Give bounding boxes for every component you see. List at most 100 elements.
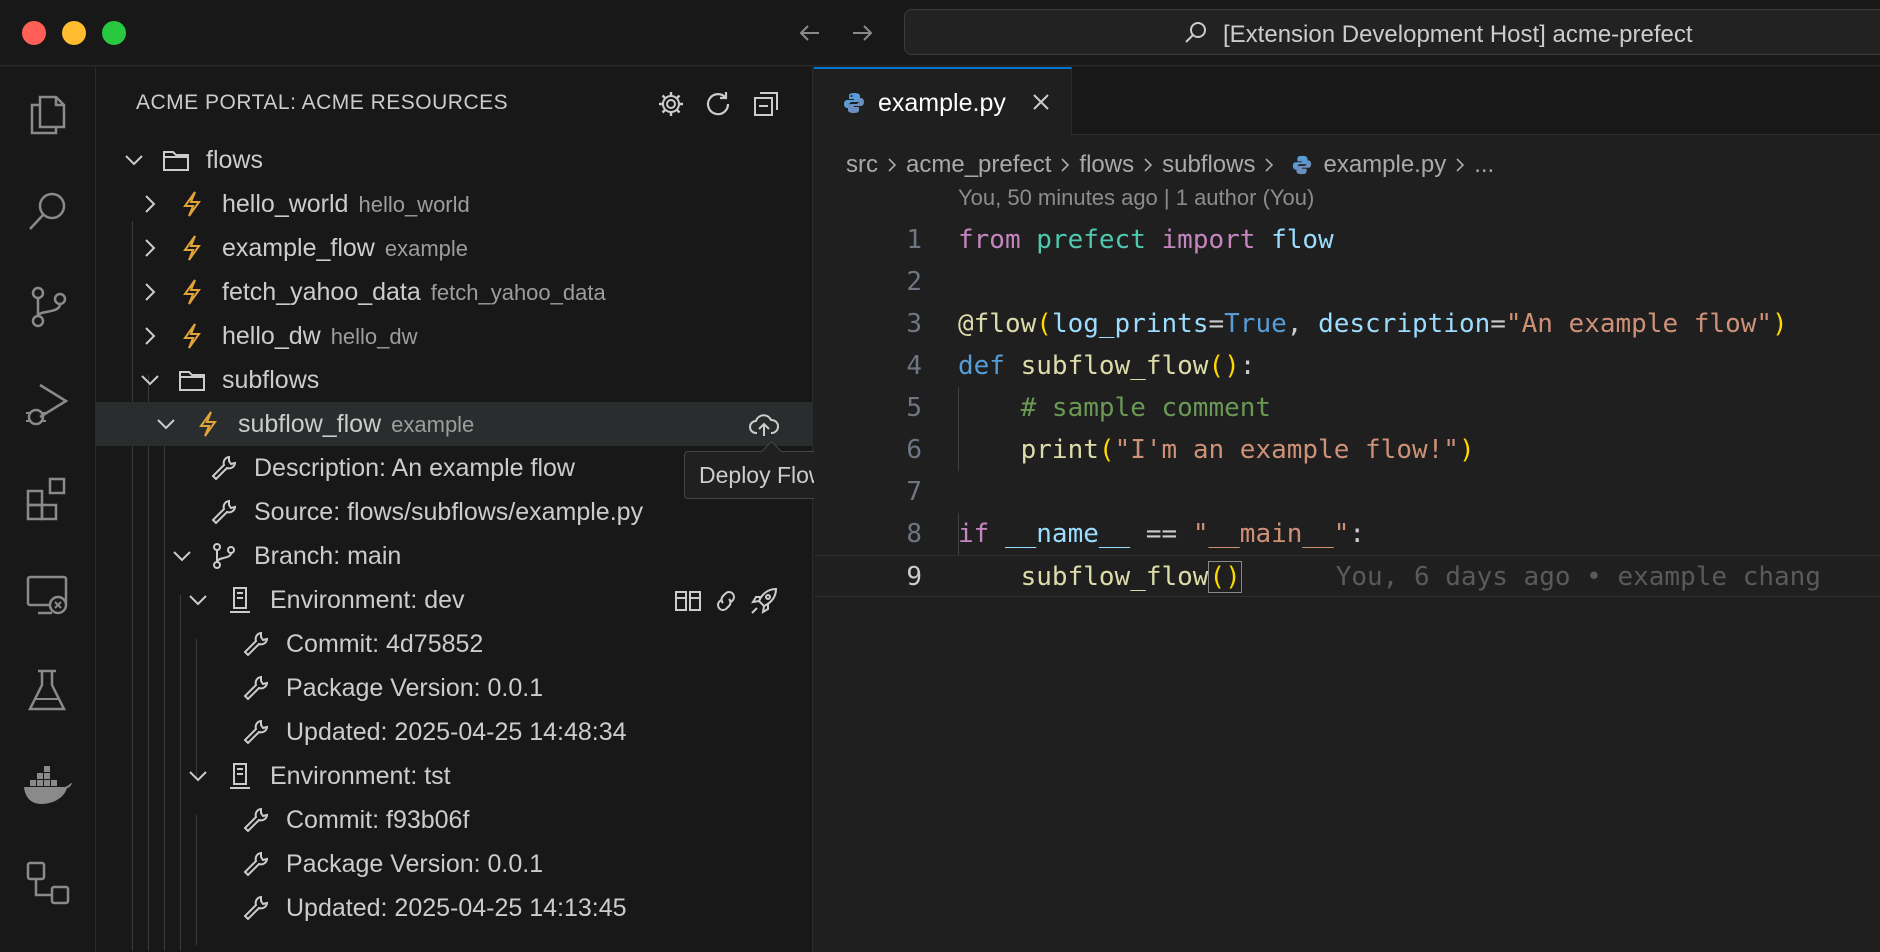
activity-bar bbox=[0, 67, 96, 952]
code-token: , bbox=[1286, 309, 1319, 339]
tab-label: example.py bbox=[878, 89, 1006, 117]
code-line-current: 9 subflow_flow() You, 6 days ago • examp… bbox=[814, 555, 1880, 597]
tree-item-label: Package Version: 0.0.1 bbox=[286, 850, 544, 878]
code-token: ( bbox=[1098, 435, 1115, 465]
tree-item-updated-tst[interactable]: Updated: 2025-04-25 14:13:45 bbox=[96, 886, 813, 930]
rocket-icon[interactable] bbox=[747, 584, 781, 618]
chevron-right-icon bbox=[138, 192, 162, 216]
wrench-icon bbox=[210, 454, 238, 482]
breadcrumb-item[interactable]: subflows bbox=[1162, 151, 1255, 179]
wrench-icon bbox=[242, 850, 270, 878]
tree-item-branch[interactable]: Branch: main bbox=[96, 534, 813, 578]
tree-item-label: subflows bbox=[222, 366, 320, 394]
flow-description: hello_dw bbox=[330, 324, 418, 349]
maximize-window-button[interactable] bbox=[102, 21, 126, 45]
python-file-icon bbox=[842, 91, 866, 120]
tree-item-package-version-tst[interactable]: Package Version: 0.0.1 bbox=[96, 842, 813, 886]
flow-lightning-icon bbox=[178, 278, 206, 306]
tree-item-updated-dev[interactable]: Updated: 2025-04-25 14:48:34 bbox=[96, 710, 813, 754]
docker-icon[interactable] bbox=[22, 761, 74, 813]
title-bar: [Extension Development Host] acme-prefec… bbox=[0, 0, 1880, 66]
code-token: "__main__" bbox=[1192, 519, 1350, 549]
chevron-right-icon bbox=[1140, 155, 1156, 175]
remote-explorer-icon[interactable] bbox=[22, 569, 74, 621]
tree-item-label: Commit: f93b06f bbox=[286, 806, 470, 834]
line-number: 4 bbox=[906, 351, 922, 381]
tree-item-flows[interactable]: flows bbox=[96, 138, 813, 182]
tree-item-label: flows bbox=[206, 146, 263, 174]
tree-item-hello-world[interactable]: hello_world hello_world bbox=[96, 182, 813, 226]
tree-item-label: Updated: 2025-04-25 14:13:45 bbox=[286, 894, 627, 922]
close-icon[interactable] bbox=[1030, 91, 1052, 118]
collapse-all-icon[interactable] bbox=[747, 85, 785, 123]
code-token: () bbox=[1208, 561, 1242, 593]
compare-icon[interactable] bbox=[671, 584, 705, 618]
flow-name: hello_dw bbox=[222, 322, 321, 350]
tree-item-package-version-dev[interactable]: Package Version: 0.0.1 bbox=[96, 666, 813, 710]
python-file-icon bbox=[1291, 154, 1313, 176]
tab-example-py[interactable]: example.py bbox=[814, 67, 1072, 135]
breadcrumb-item[interactable]: flows bbox=[1079, 151, 1134, 179]
flow-lightning-icon bbox=[178, 322, 206, 350]
line-number: 8 bbox=[906, 519, 922, 549]
line-number: 1 bbox=[906, 225, 922, 255]
command-center[interactable]: [Extension Development Host] acme-prefec… bbox=[904, 9, 1880, 55]
flow-description: example bbox=[384, 236, 469, 261]
tree-item-subflows[interactable]: subflows bbox=[96, 358, 813, 402]
code-token: prefect bbox=[1036, 225, 1146, 255]
wrench-icon bbox=[242, 674, 270, 702]
tree-item-subflow-flow[interactable]: subflow_flow example bbox=[96, 402, 813, 446]
testing-flask-icon[interactable] bbox=[22, 665, 74, 717]
code-token: "An example flow" bbox=[1505, 309, 1773, 339]
breadcrumb-item[interactable]: src bbox=[846, 151, 878, 179]
gear-icon[interactable] bbox=[652, 85, 690, 123]
breadcrumb-item[interactable]: acme_prefect bbox=[906, 151, 1051, 179]
chevron-right-icon bbox=[138, 236, 162, 260]
breadcrumb-item[interactable]: ... bbox=[1474, 151, 1494, 179]
line-number: 9 bbox=[906, 562, 922, 592]
chevron-right-icon bbox=[1057, 155, 1073, 175]
search-icon[interactable] bbox=[22, 185, 74, 237]
git-blame-codelens[interactable]: You, 50 minutes ago | 1 author (You) bbox=[958, 185, 1314, 211]
flow-description: fetch_yahoo_data bbox=[430, 280, 606, 305]
code-token: True bbox=[1224, 309, 1287, 339]
code-line: 7 bbox=[814, 471, 1880, 513]
chevron-down-icon bbox=[138, 368, 162, 392]
window-title: [Extension Development Host] acme-prefec… bbox=[1223, 21, 1693, 48]
flow-lightning-icon bbox=[178, 234, 206, 262]
link-icon[interactable] bbox=[709, 584, 743, 618]
code-token: def bbox=[958, 351, 1005, 381]
refresh-icon[interactable] bbox=[699, 85, 737, 123]
code-token: @flow bbox=[958, 309, 1037, 339]
run-debug-icon[interactable] bbox=[22, 377, 74, 429]
arrow-right-icon[interactable] bbox=[845, 16, 879, 50]
close-window-button[interactable] bbox=[22, 21, 46, 45]
editor-tabs: example.py bbox=[814, 67, 1880, 135]
code-token: if bbox=[958, 519, 990, 549]
tree-item-fetch-yahoo-data[interactable]: fetch_yahoo_data fetch_yahoo_data bbox=[96, 270, 813, 314]
extensions-icon[interactable] bbox=[22, 473, 74, 525]
tree-item-hello-dw[interactable]: hello_dw hello_dw bbox=[96, 314, 813, 358]
arrow-left-icon[interactable] bbox=[793, 16, 827, 50]
code-token: () bbox=[1208, 351, 1240, 381]
source-control-icon[interactable] bbox=[22, 281, 74, 333]
flow-lightning-icon bbox=[194, 410, 222, 438]
breadcrumb-item[interactable]: example.py bbox=[1323, 151, 1446, 179]
cloud-upload-icon[interactable] bbox=[747, 408, 781, 442]
tree-item-environment-dev[interactable]: Environment: dev bbox=[96, 578, 813, 622]
wrench-icon bbox=[242, 630, 270, 658]
tree-item-label: Environment: dev bbox=[270, 586, 465, 614]
tree-item-commit-tst[interactable]: Commit: f93b06f bbox=[96, 798, 813, 842]
code-token: : bbox=[1239, 351, 1256, 381]
acme-portal-icon[interactable] bbox=[22, 857, 74, 909]
files-icon[interactable] bbox=[22, 89, 74, 141]
chevron-right-icon bbox=[138, 280, 162, 304]
wrench-icon bbox=[242, 806, 270, 834]
tree-item-commit-dev[interactable]: Commit: 4d75852 bbox=[96, 622, 813, 666]
code-token: = bbox=[1490, 309, 1506, 339]
code-token: : bbox=[1349, 519, 1366, 549]
tree-item-environment-tst[interactable]: Environment: tst bbox=[96, 754, 813, 798]
minimize-window-button[interactable] bbox=[62, 21, 86, 45]
tree-item-example-flow[interactable]: example_flow example bbox=[96, 226, 813, 270]
flow-lightning-icon bbox=[178, 190, 206, 218]
